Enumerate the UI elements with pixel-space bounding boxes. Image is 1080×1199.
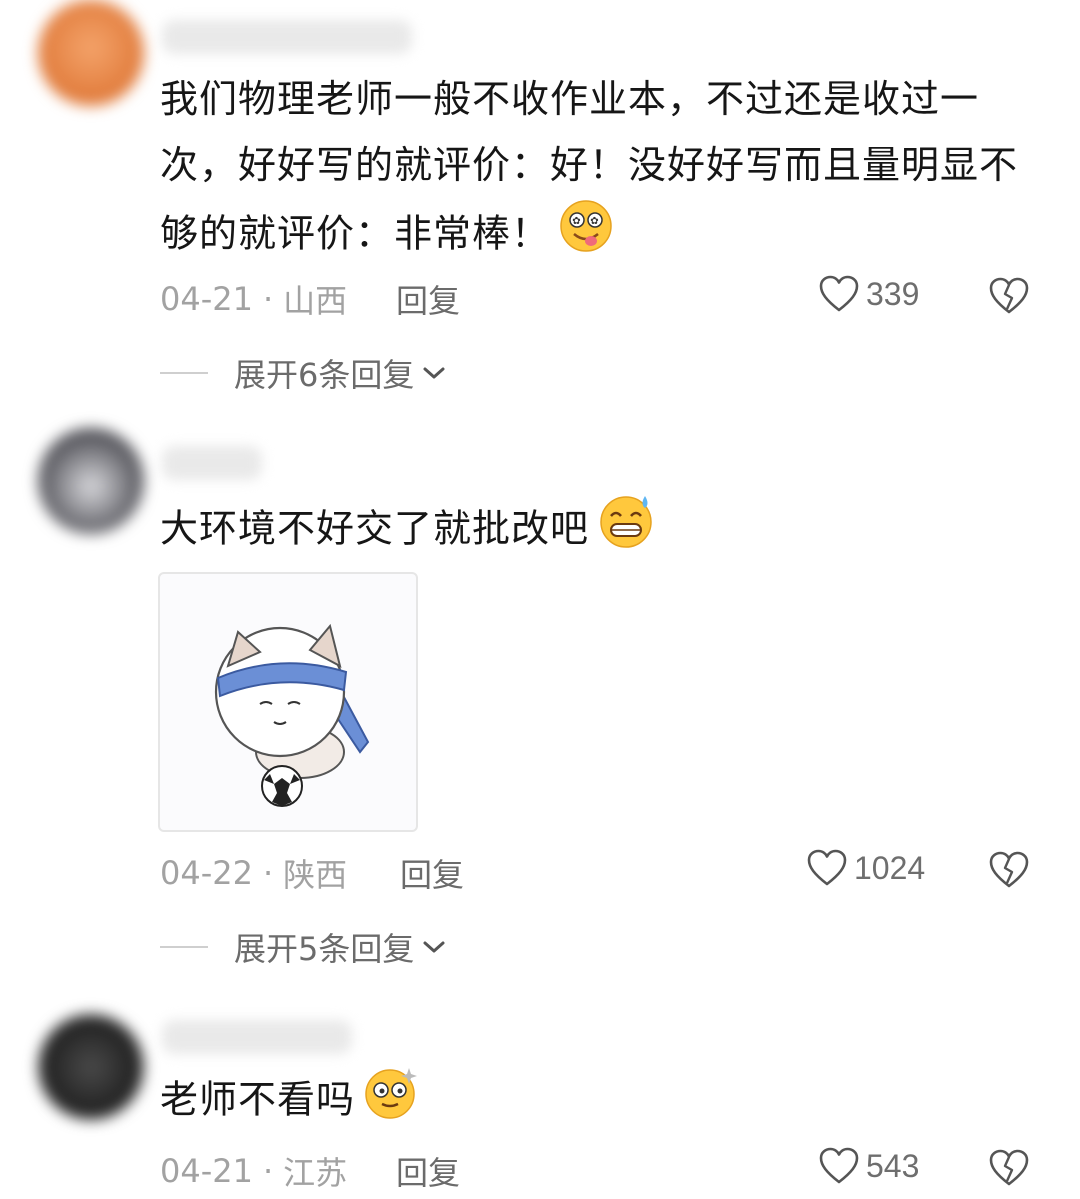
username-blurred[interactable] xyxy=(162,1020,352,1054)
cat-sticker-illustration xyxy=(214,623,370,807)
comment-2: 大环境不好交了就批改吧 04-22 · 陕西 回复 1024 展开5条回复 xyxy=(0,420,1080,980)
broken-heart-icon xyxy=(989,277,1029,314)
heart-icon xyxy=(819,275,859,312)
like-count: 339 xyxy=(866,275,920,312)
divider-line xyxy=(160,946,208,948)
drooling-face-icon: ✿ ✿ xyxy=(558,198,614,274)
comment-3: 老师不看吗 04-21 · 江苏 回复 543 xyxy=(0,1000,1080,1199)
heart-icon xyxy=(807,849,847,886)
dislike-button[interactable] xyxy=(988,850,1030,894)
expand-replies-label: 展开5条回复 xyxy=(234,930,415,968)
username-blurred[interactable] xyxy=(162,446,262,480)
chevron-down-icon xyxy=(423,941,445,953)
comment-date: 04-21 xyxy=(160,1152,253,1190)
comment-text: 老师不看吗 xyxy=(160,1064,1040,1140)
comment-meta: 04-22 · 陕西 xyxy=(160,850,347,896)
separator-dot: · xyxy=(262,1152,274,1190)
avatar[interactable] xyxy=(38,0,144,106)
comment-meta: 04-21 · 山西 xyxy=(160,276,347,322)
comment-location: 江苏 xyxy=(283,1154,348,1192)
svg-text:✿: ✿ xyxy=(590,216,599,227)
dislike-button[interactable] xyxy=(988,276,1030,320)
separator-dot: · xyxy=(262,280,274,318)
divider-line xyxy=(160,372,208,374)
reply-button[interactable]: 回复 xyxy=(396,276,460,322)
avatar[interactable] xyxy=(38,428,144,534)
grinning-sweat-face-icon xyxy=(597,492,655,570)
dislike-button[interactable] xyxy=(988,1148,1030,1192)
sticker-image[interactable] xyxy=(158,572,418,832)
like-button[interactable]: 1024 xyxy=(806,848,925,888)
comment-location: 山西 xyxy=(283,282,348,320)
heart-icon xyxy=(819,1147,859,1184)
reply-button[interactable]: 回复 xyxy=(400,850,464,896)
comment-date: 04-21 xyxy=(160,280,253,318)
comment-date: 04-22 xyxy=(160,854,253,892)
expand-replies-label: 展开6条回复 xyxy=(234,356,415,394)
svg-text:✿: ✿ xyxy=(572,216,581,227)
comment-text: 我们物理老师一般不收作业本，不过还是收过一次，好好写的就评价：好！没好好写而且量… xyxy=(160,66,1040,274)
comment-meta: 04-21 · 江苏 xyxy=(160,1148,347,1194)
comment-1: 我们物理老师一般不收作业本，不过还是收过一次，好好写的就评价：好！没好好写而且量… xyxy=(0,0,1080,400)
chevron-down-icon xyxy=(423,367,445,379)
like-button[interactable]: 339 xyxy=(818,274,919,314)
comment-location: 陕西 xyxy=(283,856,348,894)
expand-replies-button[interactable]: 展开6条回复 xyxy=(160,350,448,396)
username-blurred[interactable] xyxy=(162,20,412,54)
comment-text: 大环境不好交了就批改吧 xyxy=(160,492,1040,570)
like-count: 543 xyxy=(866,1147,920,1184)
broken-heart-icon xyxy=(989,1149,1029,1186)
like-count: 1024 xyxy=(854,849,926,886)
separator-dot: · xyxy=(262,854,274,892)
avatar[interactable] xyxy=(38,1014,144,1120)
expand-replies-button[interactable]: 展开5条回复 xyxy=(160,924,448,970)
dizzy-eyes-face-icon xyxy=(363,1064,419,1140)
reply-button[interactable]: 回复 xyxy=(396,1148,460,1194)
like-button[interactable]: 543 xyxy=(818,1146,919,1186)
broken-heart-icon xyxy=(989,851,1029,888)
